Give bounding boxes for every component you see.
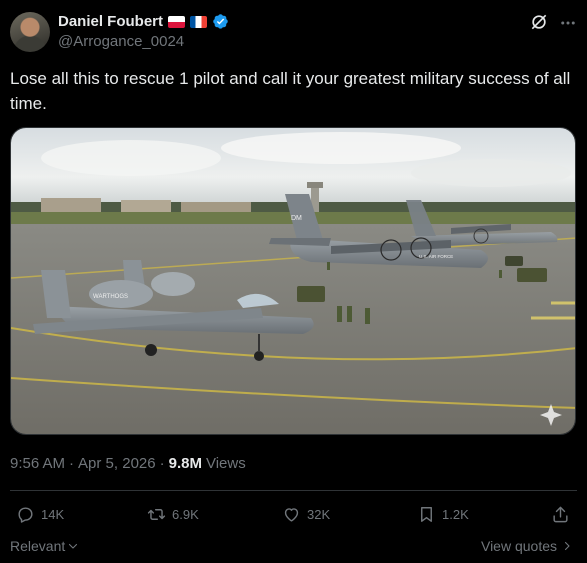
- share-icon: [553, 506, 568, 523]
- poland-flag-icon: [168, 15, 186, 28]
- author-name-row: Daniel Foubert: [58, 13, 229, 30]
- chevron-right-icon: [564, 541, 570, 551]
- tweet-date[interactable]: Apr 5, 2026: [78, 455, 156, 472]
- view-quotes-label: View quotes: [480, 538, 557, 554]
- tail-code-label: DM: [291, 215, 302, 222]
- tweet-text: Lose all this to rescue 1 pilot and call…: [10, 69, 571, 113]
- tweet-actions: 14K 6.9K 32K 1.2K: [10, 505, 577, 527]
- tweet-image[interactable]: DM U.S. AIR FORCE WARTHOGS: [10, 127, 576, 435]
- author-handle[interactable]: @Arrogance_0024: [58, 33, 184, 50]
- view-quotes-link[interactable]: View quotes: [481, 538, 573, 554]
- like-button[interactable]: 32K: [282, 505, 330, 524]
- reply-icon: [18, 507, 33, 523]
- meta-separator: ·: [159, 455, 165, 472]
- share-button[interactable]: [551, 505, 570, 524]
- bookmark-button[interactable]: 1.2K: [417, 505, 469, 524]
- sort-label: Relevant: [10, 538, 66, 554]
- heart-icon: [284, 508, 299, 522]
- sort-dropdown[interactable]: Relevant: [10, 538, 79, 554]
- repost-button[interactable]: 6.9K: [147, 505, 199, 524]
- verified-badge-icon: [213, 14, 228, 29]
- fuselage-label: U.S. AIR FORCE: [419, 254, 453, 259]
- display-name[interactable]: Daniel Foubert: [58, 13, 163, 30]
- views-label: Views: [205, 455, 246, 472]
- tweet-header: Daniel Foubert @Arrogance_0024: [10, 10, 577, 54]
- bookmark-count: 1.2K: [442, 507, 469, 522]
- divider: [10, 490, 577, 491]
- reply-button[interactable]: 14K: [16, 505, 64, 524]
- replies-footer: Relevant View quotes: [10, 538, 577, 558]
- like-count: 32K: [307, 507, 331, 522]
- tweet-meta: 9:56 AM · Apr 5, 2026 · 9.8M Views: [10, 455, 246, 472]
- airbase-photo: DM U.S. AIR FORCE WARTHOGS: [11, 128, 575, 434]
- engine-label: WARTHOGS: [93, 294, 128, 300]
- chevron-down-icon: [69, 543, 78, 549]
- repost-count: 6.9K: [172, 507, 199, 522]
- grok-icon[interactable]: [529, 12, 549, 32]
- repost-icon: [147, 509, 166, 520]
- views-count: 9.8M: [168, 455, 202, 472]
- bookmark-icon: [421, 507, 432, 522]
- france-flag-icon: [190, 15, 208, 28]
- more-options-icon[interactable]: [559, 14, 577, 32]
- tweet-time[interactable]: 9:56 AM: [10, 455, 65, 472]
- avatar[interactable]: [10, 12, 50, 52]
- meta-separator: ·: [69, 455, 75, 472]
- reply-count: 14K: [41, 507, 65, 522]
